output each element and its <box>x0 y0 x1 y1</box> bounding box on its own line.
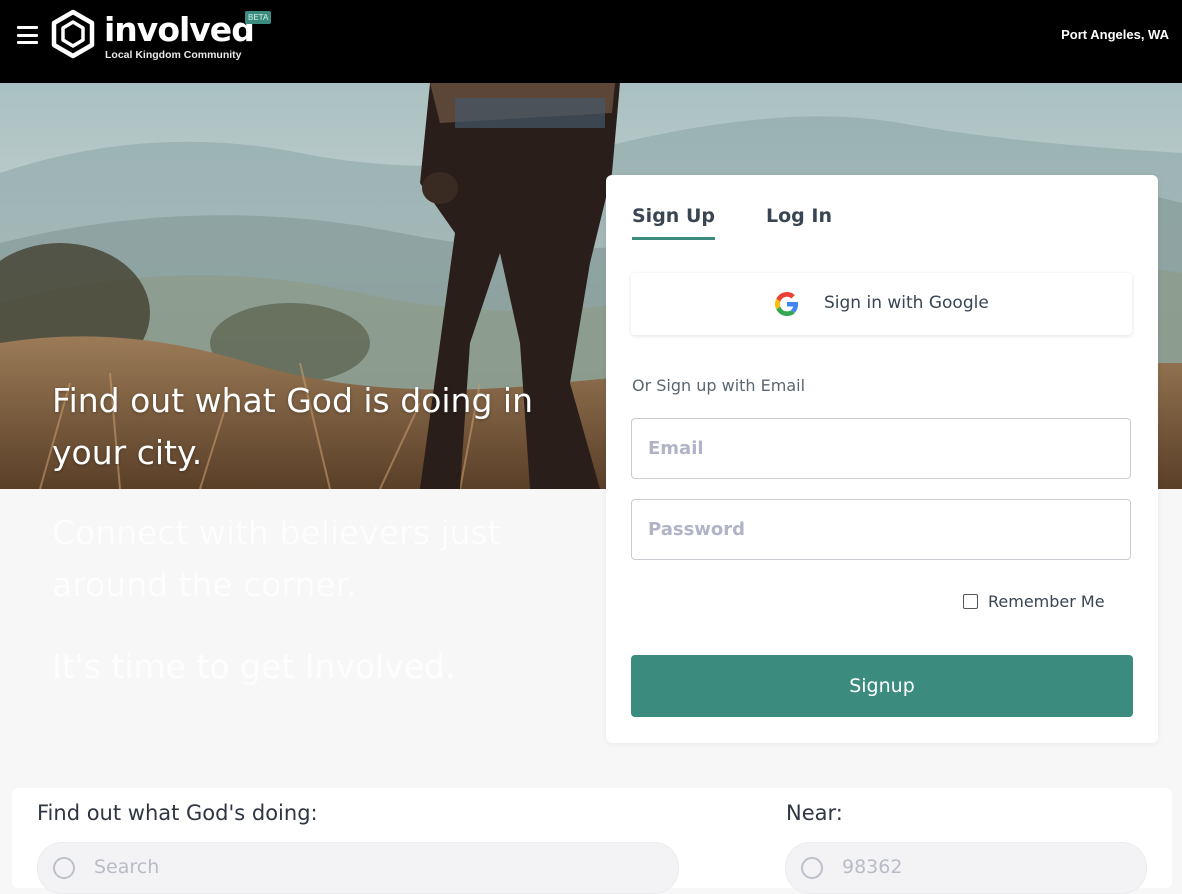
remember-me-checkbox[interactable] <box>963 594 978 609</box>
remember-me-label: Remember Me <box>988 592 1105 611</box>
hero-subline: Connect with believers just around the c… <box>52 513 501 604</box>
hero-headline: Find out what God is doing in your city. <box>52 381 533 472</box>
search-placeholder: Search <box>94 856 160 878</box>
email-signup-label: Or Sign up with Email <box>632 376 806 395</box>
google-signin-label: Sign in with Google <box>824 293 989 313</box>
password-field[interactable] <box>632 500 1130 559</box>
location-link[interactable]: Port Angeles, WA <box>1061 27 1169 42</box>
location-placeholder: 98362 <box>842 856 903 878</box>
hexagon-logo-icon[interactable] <box>50 9 96 59</box>
search-near-label: Near: <box>786 801 843 825</box>
search-panel: Find out what God's doing: Near: Search … <box>12 788 1172 894</box>
search-what-label: Find out what God's doing: <box>37 801 318 825</box>
remember-me-row[interactable]: Remember Me <box>963 592 1105 611</box>
top-navbar: involved BETA Local Kingdom Community Po… <box>0 0 1182 83</box>
auth-card: Sign Up Log In Sign in with Google Or Si… <box>606 175 1158 743</box>
email-field[interactable] <box>632 419 1130 478</box>
location-input[interactable]: 98362 <box>785 842 1147 894</box>
google-icon <box>775 292 799 316</box>
email-field-wrapper <box>631 418 1131 479</box>
signup-button[interactable]: Signup <box>631 655 1133 717</box>
hero-cta-line: It's time to get Involved. <box>52 647 456 686</box>
tab-sign-up[interactable]: Sign Up <box>632 205 715 240</box>
beta-badge: BETA <box>245 11 272 24</box>
google-signin-button[interactable]: Sign in with Google <box>631 273 1132 335</box>
brand-name[interactable]: involved <box>104 10 255 50</box>
hamburger-icon[interactable] <box>17 26 38 44</box>
password-field-wrapper <box>631 499 1131 560</box>
search-input[interactable]: Search <box>37 842 679 894</box>
tab-log-in[interactable]: Log In <box>766 205 832 227</box>
brand-tagline: Local Kingdom Community <box>105 49 242 61</box>
